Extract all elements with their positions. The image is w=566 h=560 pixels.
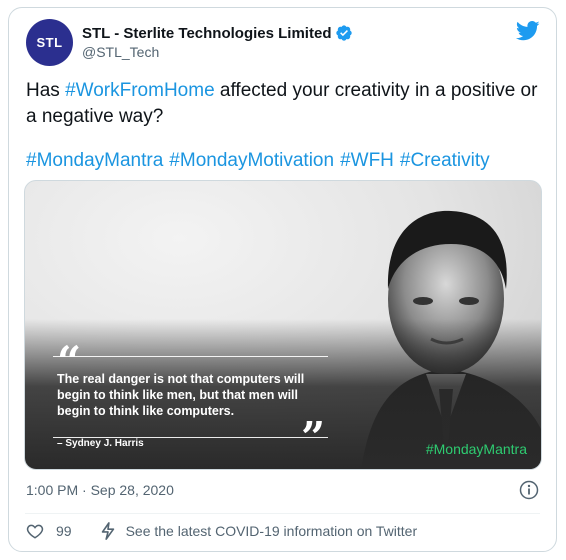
covid-info-link[interactable]: See the latest COVID-19 information on T… [100, 522, 418, 540]
heart-icon [26, 524, 44, 539]
hashtag-link[interactable]: #WorkFromHome [65, 80, 215, 101]
tweet-media-image[interactable]: “ The real danger is not that computers … [24, 180, 542, 470]
hashtag-link[interactable]: #MondayMotivation [169, 150, 334, 171]
bolt-icon [101, 522, 114, 540]
like-button[interactable]: 99 [26, 522, 72, 540]
covid-info-label[interactable]: See the latest COVID-19 information on T… [126, 523, 418, 539]
hashtag-list: #MondayMantra #MondayMotivation #WFH #Creat… [26, 148, 546, 174]
author-name-row[interactable]: STL - Sterlite Technologies Limited [82, 24, 353, 42]
divider [25, 513, 540, 514]
quote-close-icon: ” [301, 413, 326, 462]
author-name[interactable]: STL - Sterlite Technologies Limited [82, 25, 331, 42]
avatar-text: STL [36, 35, 63, 50]
tweet-text: Has #WorkFromHome affected your creativi… [26, 78, 546, 130]
hashtag-link[interactable]: #Creativity [400, 150, 490, 171]
hashtag-link[interactable]: #WFH [340, 150, 394, 171]
verified-badge-icon [335, 24, 353, 42]
avatar[interactable]: STL [26, 19, 73, 66]
hashtag-link[interactable]: #MondayMantra [26, 150, 163, 171]
tweet-actions: 99 See the latest COVID-19 information o… [26, 520, 417, 542]
tweet-timestamp[interactable]: 1:00 PM · Sep 28, 2020 [26, 482, 174, 498]
quote-text: The real danger is not that computers wi… [57, 372, 305, 418]
media-hashtag: #MondayMantra [425, 441, 527, 457]
tweet-text-before: Has [26, 80, 66, 101]
tweet-card[interactable]: STL STL - Sterlite Technologies Limited … [8, 7, 557, 552]
info-icon[interactable] [519, 480, 539, 500]
author-handle[interactable]: @STL_Tech [82, 44, 159, 60]
like-count: 99 [56, 523, 72, 539]
twitter-bird-icon[interactable] [516, 21, 540, 41]
quote-author: – Sydney J. Harris [57, 438, 144, 449]
